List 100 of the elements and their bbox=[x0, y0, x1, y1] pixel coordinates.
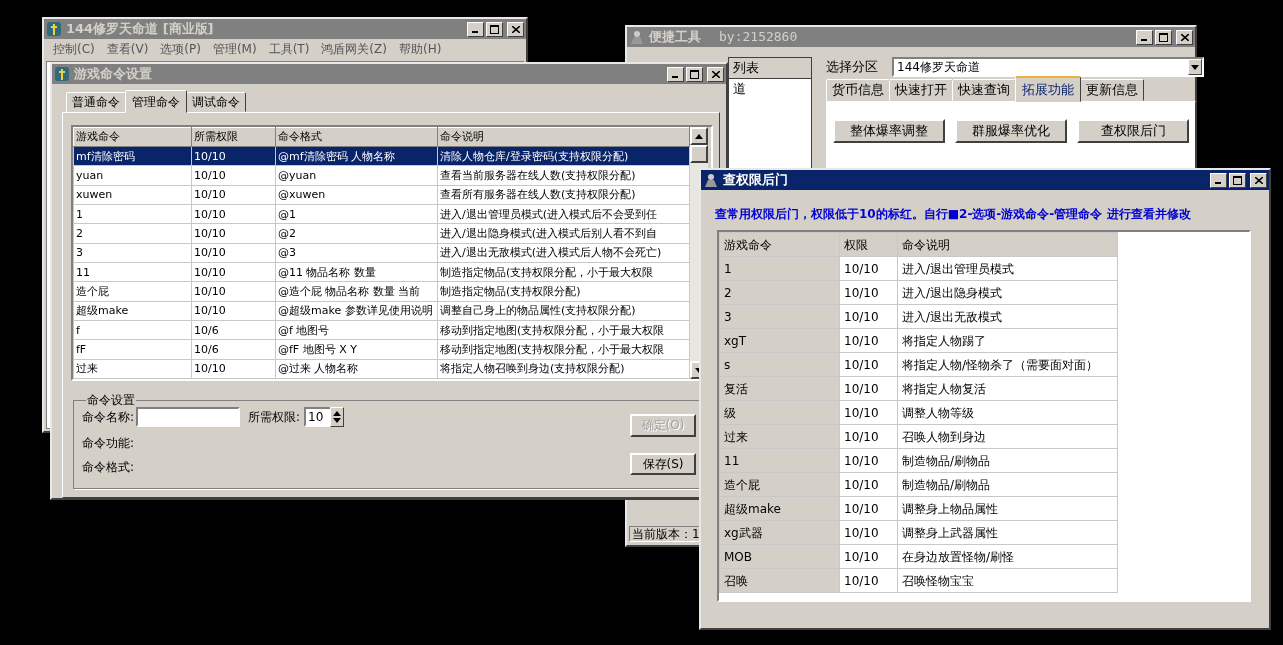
menu-item[interactable]: 工具(T) bbox=[263, 41, 315, 58]
menu-item[interactable]: 查看(V) bbox=[101, 41, 154, 58]
tab[interactable]: 普通命令 bbox=[66, 91, 126, 112]
table-cell: 调整自己身上的物品属性(支持权限分配) bbox=[437, 301, 690, 321]
tool-button[interactable]: 查权限后门 bbox=[1077, 119, 1189, 143]
table-cell: 1 bbox=[719, 256, 840, 281]
table-cell: 进入/退出管理员模式 bbox=[897, 256, 1118, 281]
table-cell: 进入/退出无敌模式(进入模式后人物不会死亡) bbox=[437, 243, 690, 263]
tab[interactable]: 货币信息 bbox=[826, 79, 890, 101]
close-button[interactable] bbox=[1250, 172, 1267, 188]
minimize-button[interactable] bbox=[1210, 172, 1227, 188]
table-cell: 将指定人物复活 bbox=[897, 376, 1118, 401]
permission-field[interactable]: 10 bbox=[304, 407, 331, 428]
table-cell: @超级make 参数详见使用说明 bbox=[275, 301, 438, 321]
table-cell: yuan bbox=[73, 165, 192, 186]
table-cell: 10/10 bbox=[839, 328, 898, 353]
menu-item[interactable]: 鸿盾网关(Z) bbox=[316, 41, 392, 58]
table-cell: 10/6 bbox=[191, 320, 276, 340]
column-header: 命令说明 bbox=[437, 127, 690, 147]
table-cell: 查看当前服务器在线人数(支持权限分配) bbox=[437, 165, 690, 186]
table-cell: f bbox=[73, 320, 192, 340]
app-icon bbox=[629, 29, 645, 45]
table-row[interactable]: fF 10/6 @fF 地图号 X Y 移动到指定地图(支持权限分配，小于最大权限 bbox=[73, 339, 690, 360]
table-row[interactable]: mf清除密码 10/10 @mf清除密码 人物名称 清除人物仓库/登录密码(支持权限分配) bbox=[73, 146, 690, 166]
table-cell: 过来 bbox=[719, 424, 840, 449]
scrollbar-thumb[interactable] bbox=[690, 145, 708, 163]
table-cell: 10/10 bbox=[839, 520, 898, 545]
table-cell: @2 bbox=[275, 223, 438, 244]
table-row[interactable]: 过来 10/10 @过来 人物名称 将指定人物召唤到身边(支持权限分配) bbox=[73, 359, 690, 379]
tab[interactable]: 管理命令 bbox=[125, 89, 187, 113]
table-cell: 召唤人物到身边 bbox=[897, 424, 1118, 449]
save-button[interactable]: 保存(S) bbox=[630, 452, 696, 476]
table-cell: 10/10 bbox=[839, 544, 898, 569]
table-row[interactable]: 造个屁 10/10 @造个屁 物品名称 数量 当前 制造指定物品(支持权限分配) bbox=[73, 281, 690, 302]
table-cell: 在身边放置怪物/刷怪 bbox=[897, 544, 1118, 569]
minimize-button[interactable] bbox=[467, 21, 484, 37]
close-button[interactable] bbox=[507, 21, 524, 37]
list-item[interactable]: 道 bbox=[729, 78, 811, 99]
maximize-button[interactable] bbox=[686, 66, 703, 82]
table-cell: 10/10 bbox=[191, 243, 276, 263]
function-label: 命令功能: bbox=[82, 436, 136, 451]
table-cell: 移动到指定地图(支持权限分配，小于最大权限 bbox=[437, 320, 690, 340]
table-row[interactable]: xuwen 10/10 @xuwen 查看所有服务器在线人数(支持权限分配) bbox=[73, 185, 690, 205]
table-cell: 11 bbox=[719, 448, 840, 473]
table-row[interactable]: 11 10/10 @11 物品名称 数量 制造指定物品(支持权限分配，小于最大权限 bbox=[73, 262, 690, 282]
tool-button[interactable]: 整体爆率调整 bbox=[833, 119, 945, 143]
menu-item[interactable]: 控制(C) bbox=[48, 41, 100, 58]
close-icon bbox=[511, 25, 520, 33]
window-title: 144修罗天命道 [商业版] bbox=[66, 21, 214, 37]
table-row[interactable]: 1 10/10 @1 进入/退出管理员模式(进入模式后不会受到任 bbox=[73, 204, 690, 224]
table-cell: 制造指定物品(支持权限分配，小于最大权限 bbox=[437, 262, 690, 282]
table-cell: 3 bbox=[719, 304, 840, 329]
table-cell: 10/10 bbox=[839, 376, 898, 401]
table-cell: @yuan bbox=[275, 165, 438, 186]
minimize-button[interactable] bbox=[667, 66, 684, 82]
table-cell: 造个屁 bbox=[73, 281, 192, 302]
column-header: 所需权限 bbox=[191, 127, 276, 147]
table-cell: @11 物品名称 数量 bbox=[275, 262, 438, 282]
table-row[interactable]: yuan 10/10 @yuan 查看当前服务器在线人数(支持权限分配) bbox=[73, 165, 690, 186]
table-cell: 进入/退出管理员模式(进入模式后不会受到任 bbox=[437, 204, 690, 224]
zone-dropdown[interactable]: 144修罗天命道 bbox=[892, 57, 1204, 77]
maximize-button[interactable] bbox=[1155, 29, 1172, 45]
table-cell: xg武器 bbox=[719, 520, 840, 545]
table-cell: 超级make bbox=[73, 301, 192, 321]
table-cell: 10/10 bbox=[191, 223, 276, 244]
maximize-icon bbox=[1159, 32, 1168, 42]
menu-item[interactable]: 选项(P) bbox=[155, 41, 206, 58]
column-header: 游戏命令 bbox=[719, 232, 840, 257]
tab[interactable]: 调试命令 bbox=[186, 91, 246, 112]
close-button[interactable] bbox=[707, 66, 724, 82]
table-row[interactable]: 超级make 10/10 @超级make 参数详见使用说明 调整自己身上的物品属性(支持权限分配) bbox=[73, 301, 690, 321]
tab[interactable]: 更新信息 bbox=[1080, 79, 1144, 101]
tab[interactable]: 快速打开 bbox=[889, 79, 953, 101]
window-title: 查权限后门 bbox=[723, 172, 788, 188]
table-cell: 过来 bbox=[73, 359, 192, 379]
maximize-button[interactable] bbox=[486, 21, 503, 37]
table-cell: 调整身上武器属性 bbox=[897, 520, 1118, 545]
tab[interactable]: 快速查询 bbox=[952, 79, 1016, 101]
window-title: 游戏命令设置 bbox=[74, 66, 152, 82]
table-row[interactable]: 3 10/10 @3 进入/退出无敌模式(进入模式后人物不会死亡) bbox=[73, 243, 690, 263]
table-row[interactable]: f 10/6 @f 地图号 移动到指定地图(支持权限分配，小于最大权限 bbox=[73, 320, 690, 340]
column-header: 游戏命令 bbox=[73, 127, 192, 147]
maximize-button[interactable] bbox=[1229, 172, 1246, 188]
menu-item[interactable]: 管理(M) bbox=[207, 41, 262, 58]
close-button[interactable] bbox=[1176, 29, 1193, 45]
table-cell: fF bbox=[73, 339, 192, 360]
table-cell: 将指定人物/怪物杀了（需要面对面） bbox=[897, 352, 1118, 377]
tab[interactable]: 拓展功能 bbox=[1015, 76, 1081, 102]
table-cell: 11 bbox=[73, 262, 192, 282]
table-cell: 移动到指定地图(支持权限分配，小于最大权限 bbox=[437, 339, 690, 360]
tool-button[interactable]: 群服爆率优化 bbox=[955, 119, 1067, 143]
table-cell: 10/10 bbox=[191, 185, 276, 205]
name-label: 命令名称: bbox=[82, 410, 135, 425]
table-cell: 10/10 bbox=[191, 262, 276, 282]
name-field[interactable] bbox=[136, 407, 241, 428]
close-icon bbox=[711, 70, 720, 78]
menu-item[interactable]: 帮助(H) bbox=[393, 41, 447, 58]
minimize-button[interactable] bbox=[1136, 29, 1153, 45]
table-cell: 10/10 bbox=[839, 304, 898, 329]
table-row[interactable]: 2 10/10 @2 进入/退出隐身模式(进入模式后别人看不到自 bbox=[73, 223, 690, 244]
